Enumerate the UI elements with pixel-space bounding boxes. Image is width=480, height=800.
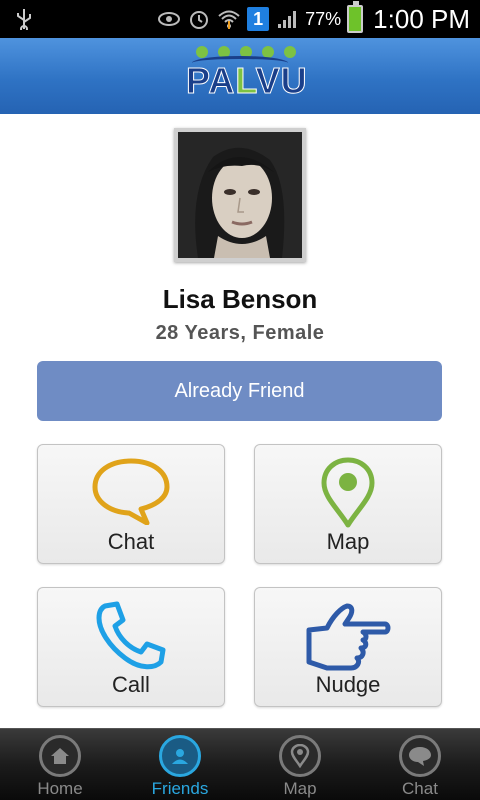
phone-icon — [96, 601, 166, 670]
status-bar: 1 77% 1:00 PM — [0, 0, 480, 38]
pointing-hand-icon — [306, 603, 391, 671]
already-friend-button[interactable]: Already Friend — [37, 361, 442, 421]
map-action-label: Map — [326, 529, 370, 554]
call-action-button[interactable]: Call — [37, 587, 225, 707]
profile-avatar — [174, 128, 306, 262]
home-icon — [39, 735, 81, 777]
nav-map-label: Map — [283, 779, 317, 798]
nav-home[interactable]: Home — [0, 729, 120, 800]
nav-map[interactable]: Map — [240, 729, 360, 800]
profile-details: 28 Years, Female — [155, 322, 325, 344]
clock: 1:00 PM — [373, 3, 470, 34]
map-pin-icon — [321, 457, 375, 528]
chat-action-button[interactable]: Chat — [37, 444, 225, 564]
chat-action-label: Chat — [107, 529, 155, 554]
nav-chat-label: Chat — [402, 779, 438, 798]
alarm-icon — [190, 11, 209, 29]
chat-icon — [399, 735, 441, 777]
notification-badge: 1 — [247, 7, 270, 31]
nudge-action-button[interactable]: Nudge — [254, 587, 442, 707]
battery-icon — [347, 1, 364, 33]
chat-bubble-icon — [92, 458, 170, 525]
map-marker-icon — [279, 735, 321, 777]
wifi-icon — [218, 10, 240, 29]
nav-home-label: Home — [37, 779, 83, 798]
profile-name: Lisa Benson — [162, 284, 318, 314]
status-icons: 1 77% 1:00 PM — [157, 0, 470, 38]
nav-friends[interactable]: Friends — [120, 729, 240, 800]
usb-icon — [17, 9, 31, 30]
palvu-logo: PALVU — [186, 46, 308, 106]
call-action-label: Call — [112, 672, 150, 697]
nav-friends-label: Friends — [151, 779, 209, 798]
logo-text: PALVU — [186, 60, 308, 102]
signal-icon — [278, 11, 297, 28]
friends-icon — [159, 735, 201, 777]
battery-percent: 77% — [305, 8, 342, 29]
bottom-nav: Home Friends Map Chat — [0, 728, 480, 800]
map-action-button[interactable]: Map — [254, 444, 442, 564]
nudge-action-label: Nudge — [315, 672, 381, 697]
nav-chat[interactable]: Chat — [360, 729, 480, 800]
eye-icon — [158, 12, 181, 26]
